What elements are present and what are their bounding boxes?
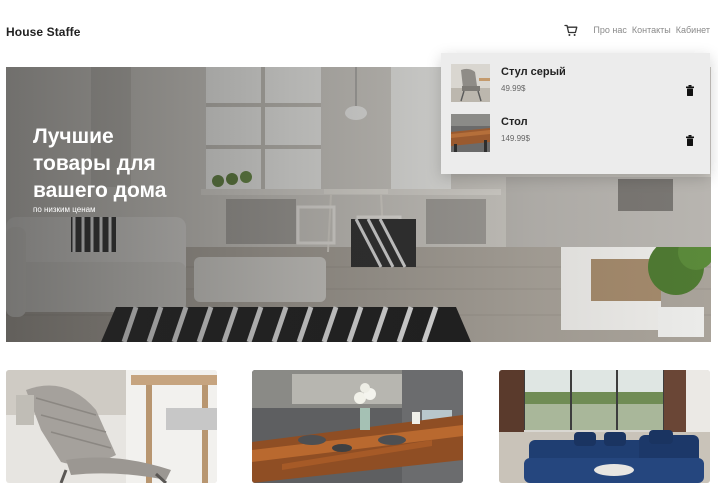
cart-button[interactable] <box>563 22 579 38</box>
trash-icon[interactable] <box>685 85 695 96</box>
cart-item-price: 149.99$ <box>501 134 530 143</box>
hero-subtitle: по низким ценам <box>33 205 96 214</box>
wooden-table-photo <box>252 370 463 483</box>
cart-dropdown: Стул серый 49.99$ Стол 149.99$ <box>441 53 710 174</box>
product-card[interactable] <box>6 370 217 483</box>
product-card[interactable] <box>252 370 463 483</box>
nav-contacts[interactable]: Контакты <box>632 25 671 35</box>
nav-account[interactable]: Кабинет <box>676 25 710 35</box>
blue-sofa-photo <box>499 370 710 483</box>
top-nav: Про нас Контакты Кабинет <box>563 22 710 38</box>
cart-item[interactable]: Стул серый 49.99$ <box>451 64 703 104</box>
cart-item-name: Стул серый <box>501 66 566 78</box>
hero-title: Лучшие товары для вашего дома <box>33 125 167 202</box>
table-thumbnail <box>451 114 490 152</box>
chair-thumbnail <box>451 64 490 102</box>
cart-item-name: Стол <box>501 116 528 128</box>
gray-chair-photo <box>6 370 217 483</box>
logo[interactable]: House Staffe <box>6 25 81 39</box>
cart-icon <box>564 24 578 36</box>
cart-item-price: 49.99$ <box>501 84 526 93</box>
product-card[interactable] <box>499 370 710 483</box>
trash-icon[interactable] <box>685 135 695 146</box>
product-grid <box>6 370 711 483</box>
nav-about[interactable]: Про нас <box>593 25 626 35</box>
cart-item[interactable]: Стол 149.99$ <box>451 114 703 154</box>
